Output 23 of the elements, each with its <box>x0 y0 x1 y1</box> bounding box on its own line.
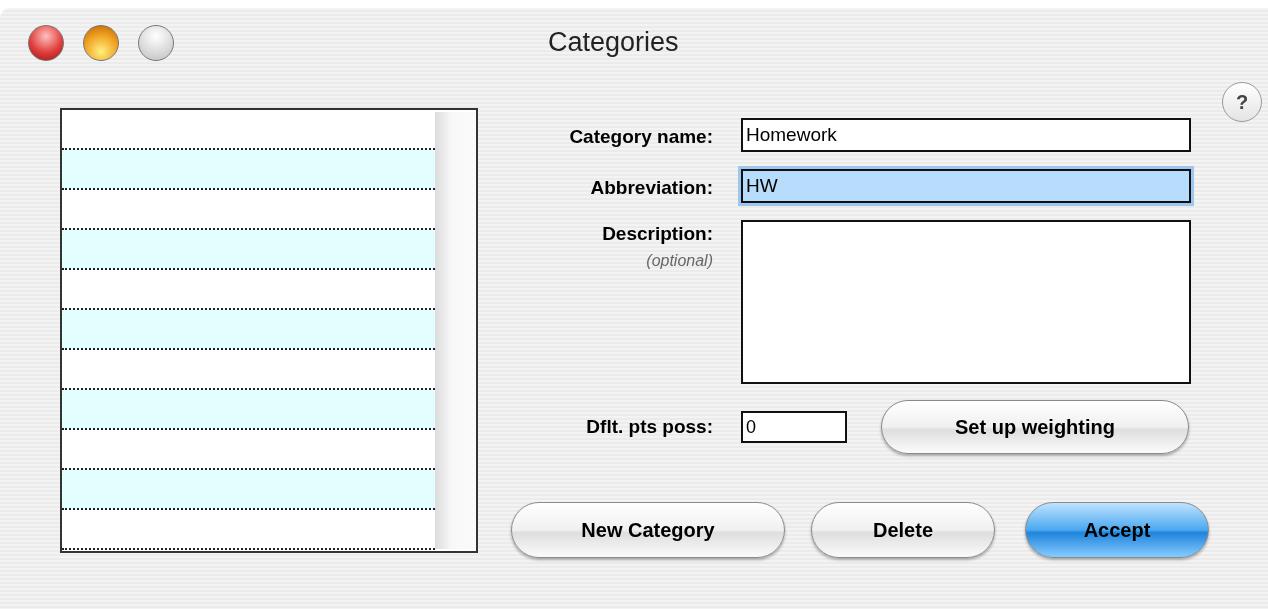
field-hint: (optional) <box>646 250 713 271</box>
help-button[interactable]: ? <box>1222 82 1262 122</box>
minimize-button[interactable] <box>83 25 119 61</box>
points-field[interactable]: 0 <box>741 411 847 443</box>
list-row[interactable] <box>62 390 435 430</box>
field-label: Abbreviation: <box>590 176 713 200</box>
list-row[interactable] <box>62 150 435 190</box>
dialog-button[interactable]: Delete <box>811 502 995 558</box>
field-label: Category name: <box>569 125 713 149</box>
list-row[interactable] <box>62 310 435 350</box>
list-row[interactable] <box>62 470 435 510</box>
category-list[interactable] <box>60 108 478 553</box>
dialog-button[interactable]: Accept <box>1025 502 1209 558</box>
close-button[interactable] <box>28 25 64 61</box>
window-title: Categories <box>548 26 679 59</box>
setup-weighting-button[interactable]: Set up weighting <box>881 400 1189 454</box>
list-row[interactable] <box>62 230 435 270</box>
dialog-button[interactable]: New Category <box>511 502 785 558</box>
field-label: Description: <box>602 222 713 246</box>
text-field[interactable]: HW <box>741 169 1191 203</box>
field-label: Dflt. pts poss: <box>585 414 713 439</box>
description-field[interactable] <box>741 220 1191 384</box>
text-field[interactable]: Homework <box>741 118 1191 152</box>
